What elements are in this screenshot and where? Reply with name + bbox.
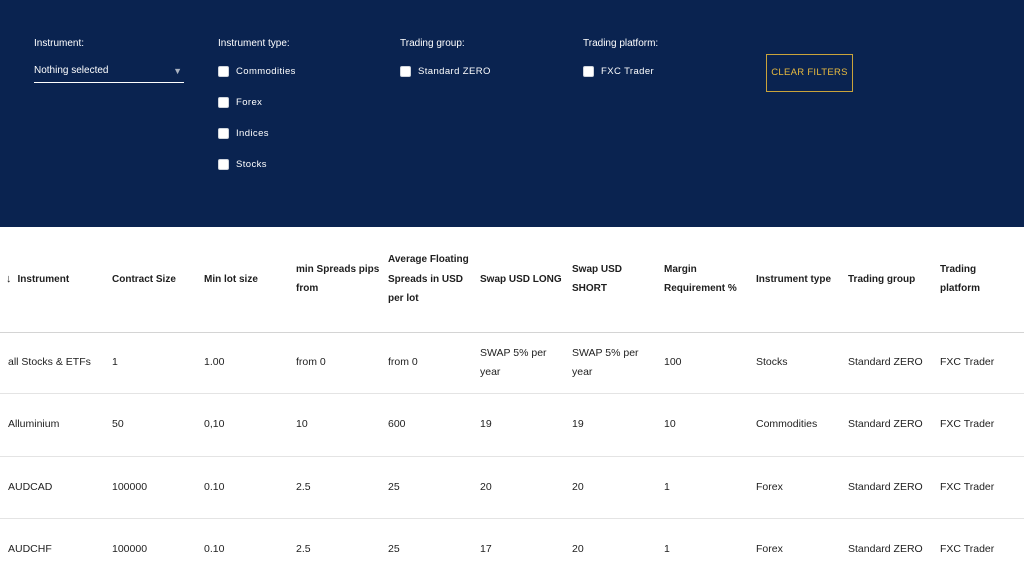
cell-trading-platform: FXC Trader [940, 518, 1024, 577]
cell-swap-short: SWAP 5% per year [572, 332, 664, 394]
instrument-select[interactable]: Nothing selected ▼ [34, 64, 184, 83]
trading-group-filter-title: Trading group: [400, 38, 465, 49]
cell-instrument-type: Forex [756, 518, 848, 577]
instruments-table-wrap: ↓ Instrument Contract Size Min lot size m… [0, 227, 1024, 577]
cell-swap-short: 19 [572, 393, 664, 457]
cell-trading-group: Standard ZERO [848, 332, 940, 394]
column-header-instrument-type[interactable]: Instrument type [756, 227, 848, 333]
checkbox-stocks[interactable] [218, 158, 229, 170]
cell-avg-floating-spreads: from 0 [388, 332, 480, 394]
cell-contract-size: 50 [112, 393, 204, 457]
instrument-type-filter: Instrument type: Commodities Forex Indic… [218, 38, 296, 188]
cell-avg-floating-spreads: 25 [388, 518, 480, 577]
cell-instrument-type: Forex [756, 456, 848, 519]
trading-platform-filter-title: Trading platform: [583, 38, 659, 49]
cell-min-lot-size: 0,10 [204, 393, 296, 457]
column-header-margin-requirement[interactable]: Margin Requirement % [664, 227, 756, 333]
table-header-row: ↓ Instrument Contract Size Min lot size m… [0, 227, 1024, 333]
instrument-filter-title: Instrument: [34, 38, 85, 49]
table-row: Alluminium 50 0,10 10 600 19 19 10 Commo… [0, 393, 1024, 457]
cell-min-lot-size: 0.10 [204, 518, 296, 577]
filter-option-commodities[interactable]: Commodities [218, 64, 296, 78]
cell-instrument: Alluminium [0, 393, 112, 457]
column-header-label: Instrument [17, 273, 70, 285]
trading-group-filter: Trading group: Standard ZERO [400, 38, 491, 95]
cell-swap-long: 17 [480, 518, 572, 577]
table-row: all Stocks & ETFs 1 1.00 from 0 from 0 S… [0, 332, 1024, 394]
instruments-table: ↓ Instrument Contract Size Min lot size m… [0, 227, 1024, 577]
filter-option-label: Commodities [236, 65, 296, 77]
column-header-contract-size[interactable]: Contract Size [112, 227, 204, 333]
cell-min-spreads: 2.5 [296, 518, 388, 577]
filter-option-label: Forex [236, 96, 263, 108]
column-header-trading-group[interactable]: Trading group [848, 227, 940, 333]
cell-trading-platform: FXC Trader [940, 456, 1024, 519]
cell-instrument: all Stocks & ETFs [0, 332, 112, 394]
cell-swap-long: 20 [480, 456, 572, 519]
column-header-swap-long[interactable]: Swap USD LONG [480, 227, 572, 333]
filter-option-fxc-trader[interactable]: FXC Trader [583, 64, 658, 78]
cell-margin-requirement: 10 [664, 393, 756, 457]
trading-platform-filter: Trading platform: FXC Trader [583, 38, 658, 95]
checkbox-indices[interactable] [218, 127, 229, 139]
instrument-type-filter-title: Instrument type: [218, 38, 290, 49]
cell-instrument-type: Stocks [756, 332, 848, 394]
filters-panel: Instrument: Nothing selected ▼ Instrumen… [0, 0, 1024, 227]
clear-filters-button[interactable]: CLEAR FILTERS [766, 54, 853, 92]
filter-option-indices[interactable]: Indices [218, 126, 296, 140]
instrument-filter: Instrument: Nothing selected ▼ [34, 38, 184, 83]
cell-margin-requirement: 1 [664, 456, 756, 519]
filter-option-forex[interactable]: Forex [218, 95, 296, 109]
cell-margin-requirement: 100 [664, 332, 756, 394]
cell-min-lot-size: 0.10 [204, 456, 296, 519]
cell-swap-long: 19 [480, 393, 572, 457]
column-header-instrument[interactable]: ↓ Instrument [0, 227, 112, 333]
column-header-trading-platform[interactable]: Trading platform [940, 227, 1024, 333]
sort-down-arrow-icon: ↓ [6, 272, 12, 285]
filter-option-label: Stocks [236, 158, 267, 170]
instrument-select-value: Nothing selected [34, 65, 109, 76]
filter-option-label: Standard ZERO [418, 65, 491, 77]
filter-option-label: FXC Trader [601, 65, 655, 77]
table-row: AUDCHF 100000 0.10 2.5 25 17 20 1 Forex … [0, 518, 1024, 577]
checkbox-commodities[interactable] [218, 65, 229, 77]
cell-avg-floating-spreads: 25 [388, 456, 480, 519]
cell-min-lot-size: 1.00 [204, 332, 296, 394]
cell-instrument-type: Commodities [756, 393, 848, 457]
checkbox-standard-zero[interactable] [400, 65, 411, 77]
cell-trading-group: Standard ZERO [848, 393, 940, 457]
cell-trading-platform: FXC Trader [940, 393, 1024, 457]
checkbox-fxc-trader[interactable] [583, 65, 594, 77]
table-row: AUDCAD 100000 0.10 2.5 25 20 20 1 Forex … [0, 456, 1024, 519]
cell-swap-short: 20 [572, 518, 664, 577]
cell-instrument: AUDCAD [0, 456, 112, 519]
filter-option-label: Indices [236, 127, 269, 139]
cell-contract-size: 100000 [112, 456, 204, 519]
filter-option-standard-zero[interactable]: Standard ZERO [400, 64, 491, 78]
column-header-min-spreads[interactable]: min Spreads pips from [296, 227, 388, 333]
cell-min-spreads: 2.5 [296, 456, 388, 519]
cell-swap-short: 20 [572, 456, 664, 519]
cell-trading-group: Standard ZERO [848, 456, 940, 519]
checkbox-forex[interactable] [218, 96, 229, 108]
column-header-swap-short[interactable]: Swap USD SHORT [572, 227, 664, 333]
cell-avg-floating-spreads: 600 [388, 393, 480, 457]
cell-contract-size: 1 [112, 332, 204, 394]
caret-down-icon: ▼ [173, 66, 182, 76]
cell-margin-requirement: 1 [664, 518, 756, 577]
cell-contract-size: 100000 [112, 518, 204, 577]
column-header-min-lot-size[interactable]: Min lot size [204, 227, 296, 333]
filter-option-stocks[interactable]: Stocks [218, 157, 296, 171]
cell-trading-group: Standard ZERO [848, 518, 940, 577]
column-header-avg-floating-spreads[interactable]: Average Floating Spreads in USD per lot [388, 227, 480, 333]
cell-trading-platform: FXC Trader [940, 332, 1024, 394]
cell-min-spreads: 10 [296, 393, 388, 457]
cell-swap-long: SWAP 5% per year [480, 332, 572, 394]
cell-min-spreads: from 0 [296, 332, 388, 394]
cell-instrument: AUDCHF [0, 518, 112, 577]
